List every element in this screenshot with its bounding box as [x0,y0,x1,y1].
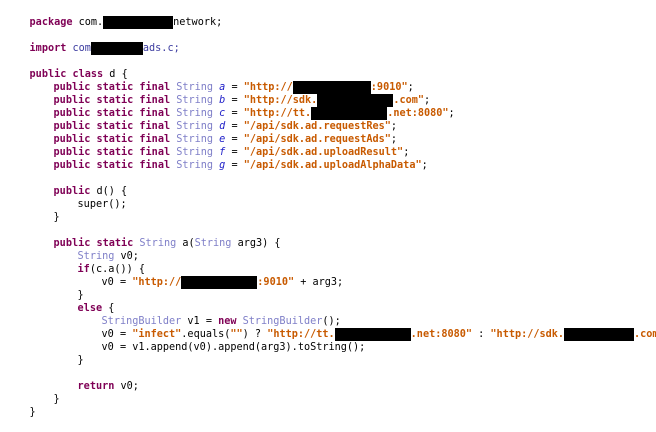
string-end: :9010" [257,277,295,288]
field-semicolon: ; [448,108,455,119]
local-declaration: String v0; [53,237,139,262]
assign-line-2: v0 = "infect".equals("") ? "http://tt. .n… [77,315,656,341]
stringbuilder-line: StringBuilder v1 = new StringBuilder(); [77,302,341,327]
code-editor[interactable]: package com. network; import com ads.c; pu… [0,0,656,418]
param-rest: arg3) { [231,238,281,249]
method-signature: public static String a(String arg3) { [29,224,281,249]
string-start: "http:// [132,277,182,288]
field-modifiers: public static final [53,160,171,171]
keyword-return: return [77,381,115,392]
return-value: v0; [114,381,139,392]
closing-brace: } [29,407,36,418]
import-name-start: com [66,43,91,54]
assign-rest: + arg3; [294,277,344,288]
field-type: String [170,160,214,171]
redaction-block [181,276,258,289]
else-line: else { [53,289,115,314]
package-name-start: com. [72,17,104,28]
return-line: return v0; [53,367,139,392]
class-close: } [5,393,36,418]
import-name-end: ads.c; [142,43,180,54]
string-sdk-start: "http://sdk. [490,329,565,340]
field-line-f: public static final String f = "/api/sdk… [29,133,410,158]
method-close: } [29,380,60,405]
if-close: } [53,276,84,301]
field-semicolon: ; [421,160,428,171]
keyword-import: import [29,43,67,54]
closing-brace: } [53,212,60,223]
package-name-end: network; [173,17,223,28]
method-name: a( [176,238,195,249]
string-tt-end: .net:8080" [410,329,473,340]
assign-line-3: v0 = v1.append(v0).append(arg3).toString… [77,328,366,353]
field-line-a: public static final String a = "http://:… [29,68,414,94]
package-line: package com. network; [5,3,222,29]
constructor-close: } [29,198,60,223]
constructor-signature: public d() { [29,172,128,197]
param-type: String [194,238,232,249]
string-sdk-end: .com" [634,329,656,340]
closing-brace: } [53,394,60,405]
field-line-g: public static final String g = "/api/sdk… [29,146,428,171]
field-line-e: public static final String e = "/api/sdk… [29,120,398,145]
method-return-type: String [133,238,177,249]
field-line-b: public static final String b = "http://s… [29,81,430,107]
constructor-body: super(); [53,185,127,210]
redaction-block [564,328,635,341]
closing-brace: } [77,355,84,366]
else-close: } [53,341,84,366]
keyword-package: package [29,17,73,28]
ternary-colon: : [472,329,491,340]
if-line: if(c.a()) { [53,250,145,275]
assign-target: v0 = [101,277,133,288]
field-value: "/api/sdk.ad.uploadAlphaData" [243,160,422,171]
import-line: import com ads.c; [5,29,180,55]
append-chain: v0 = v1.append(v0).append(arg3).toString… [101,342,366,353]
field-line-d: public static final String d = "/api/sdk… [29,107,398,132]
assign-line-1: v0 = "http:// :9010" + arg3; [77,263,343,289]
class-declaration-line: public class d { [5,55,128,80]
super-call: super(); [77,199,127,210]
redaction-block [103,16,174,29]
redaction-block [90,42,143,55]
field-line-c: public static final String c = "http://t… [29,94,455,120]
field-equals: = [225,160,244,171]
